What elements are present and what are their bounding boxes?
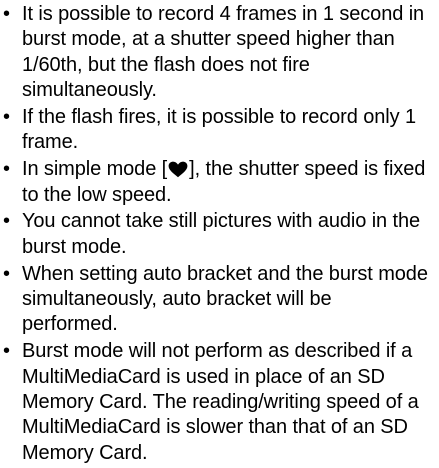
bullet-marker: • — [3, 340, 10, 363]
list-item-text: It is possible to record 4 frames in 1 s… — [22, 3, 425, 102]
list-item: • You cannot take still pictures with au… — [0, 209, 432, 260]
bullet-marker: • — [3, 3, 10, 25]
notes-list: • It is possible to record 4 frames in 1… — [0, 2, 432, 468]
list-item-text: You cannot take still pictures with audi… — [22, 210, 421, 258]
list-item-text: If the flash fires, it is possible to re… — [22, 106, 416, 154]
bullet-marker: • — [3, 210, 10, 233]
heart-icon — [167, 160, 189, 178]
list-item: • If the flash fires, it is possible to … — [0, 105, 432, 156]
list-item: • When setting auto bracket and the burs… — [0, 262, 432, 338]
list-item-text: When setting auto bracket and the burst … — [22, 262, 428, 336]
bullet-marker: • — [3, 262, 10, 285]
list-item: • Burst mode will not perform as describ… — [0, 339, 432, 466]
bullet-marker: • — [3, 158, 10, 181]
list-item: • In simple mode [], the shutter speed i… — [0, 157, 432, 208]
bullet-marker: • — [3, 106, 10, 129]
list-item: • It is possible to record 4 frames in 1… — [0, 2, 432, 104]
list-item-text-before-icon: In simple mode [ — [22, 158, 168, 181]
list-item-text: Burst mode will not perform as described… — [22, 340, 419, 464]
